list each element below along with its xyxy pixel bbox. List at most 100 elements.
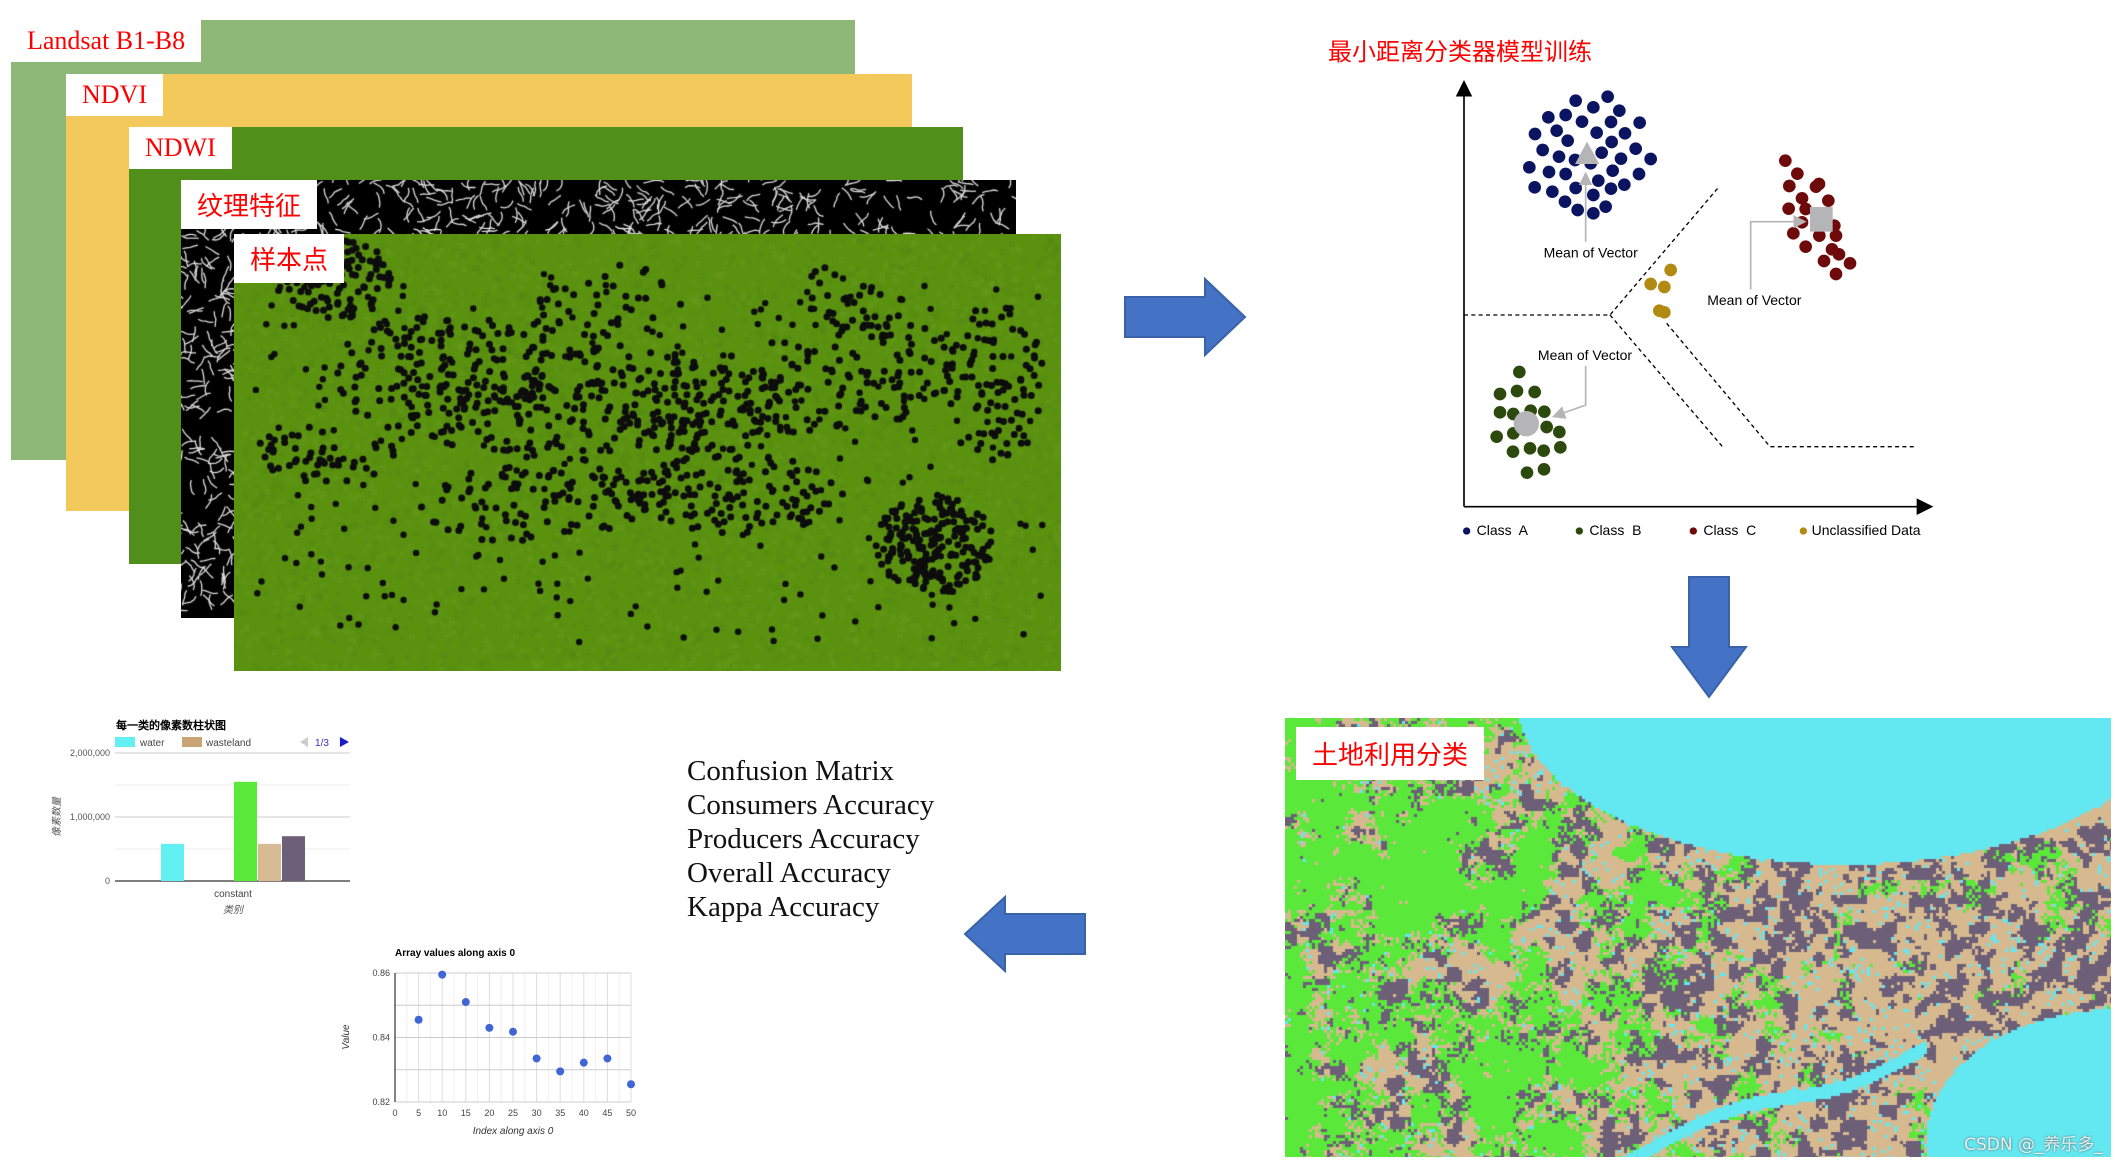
arrow-down-icon bbox=[1670, 576, 1748, 699]
metric-item: Consumers Accuracy bbox=[687, 789, 935, 821]
x-tick-label: 5 bbox=[416, 1108, 421, 1118]
layer-samples: 样本点 bbox=[234, 234, 1061, 671]
y-tick-label: 0.84 bbox=[372, 1033, 390, 1043]
x-axis-label: Index along axis 0 bbox=[473, 1126, 554, 1137]
legend-prev-icon[interactable] bbox=[300, 737, 308, 747]
class-a-point bbox=[1587, 101, 1600, 114]
class-a-point bbox=[1559, 108, 1572, 122]
class-a-point bbox=[1614, 152, 1628, 165]
class-b-point bbox=[1538, 405, 1551, 418]
class-a-point bbox=[1523, 161, 1536, 174]
sample-points-image bbox=[234, 234, 1061, 671]
mean-label-b: Mean of Vector bbox=[1538, 347, 1633, 363]
legend-swatch-water bbox=[115, 737, 135, 747]
classifier-legend: Class A Class B Class C Unclassified Dat… bbox=[1463, 522, 1921, 538]
class-a-point bbox=[1604, 115, 1618, 129]
class-c-point bbox=[1791, 167, 1804, 180]
class-a-point bbox=[1606, 164, 1619, 177]
data-point bbox=[532, 1054, 541, 1063]
unclassified-point bbox=[1658, 280, 1671, 294]
class-c-point bbox=[1832, 248, 1846, 261]
y-tick-label: 0 bbox=[105, 876, 110, 886]
x-tick-label: 50 bbox=[626, 1108, 636, 1118]
legend-label-water: water bbox=[139, 738, 165, 749]
data-point bbox=[414, 1015, 423, 1024]
x-tick-label: 35 bbox=[555, 1108, 565, 1118]
class-b-point bbox=[1540, 420, 1553, 434]
class-a-point bbox=[1604, 182, 1618, 195]
class-a-point bbox=[1536, 143, 1549, 157]
legend-label: Unclassified Data bbox=[1812, 522, 1921, 538]
class-a-point bbox=[1601, 90, 1614, 103]
class-b-point bbox=[1523, 442, 1537, 455]
metric-item: Overall Accuracy bbox=[687, 857, 891, 889]
class-a-point bbox=[1595, 146, 1608, 159]
data-point bbox=[556, 1067, 565, 1076]
x-tick-label: 45 bbox=[602, 1108, 612, 1118]
class-b-mean-icon bbox=[1513, 411, 1539, 437]
unclassified-point bbox=[1664, 263, 1677, 277]
class-a-point bbox=[1587, 207, 1600, 220]
class-c-point bbox=[1843, 257, 1857, 270]
x-tick-label: 15 bbox=[461, 1108, 471, 1118]
legend-label: Class A bbox=[1477, 522, 1529, 538]
layer-label: Landsat B1-B8 bbox=[11, 20, 202, 62]
bar bbox=[161, 843, 184, 881]
mean-label-c: Mean of Vector bbox=[1707, 292, 1802, 308]
class-a-point bbox=[1546, 185, 1559, 198]
chart-title: 每一类的像素数柱状图 bbox=[116, 718, 226, 732]
class-b-point bbox=[1537, 444, 1550, 457]
legend-label: Class C bbox=[1703, 522, 1756, 538]
class-b-point bbox=[1510, 384, 1524, 398]
class-b-point bbox=[1493, 387, 1507, 401]
accuracy-metrics-list: Confusion Matrix Consumers Accuracy Prod… bbox=[687, 754, 934, 924]
legend-next-icon[interactable] bbox=[340, 737, 349, 747]
metric-item: Kappa Accuracy bbox=[687, 891, 880, 923]
x-tick-label: 30 bbox=[532, 1108, 542, 1118]
x-tick-label: 10 bbox=[437, 1108, 447, 1118]
y-tick-label: 0.86 bbox=[372, 968, 390, 978]
array-values-scatter-chart: Array values along axis 0 0 5 10 15 20 25 30 35… bbox=[341, 948, 636, 1137]
legend-page: 1/3 bbox=[315, 738, 329, 749]
class-a-point bbox=[1542, 165, 1556, 179]
legend-swatch-wasteland bbox=[182, 737, 202, 747]
class-b-point bbox=[1506, 445, 1520, 458]
class-c-point bbox=[1829, 267, 1843, 281]
pixel-count-bar-chart: 每一类的像素数柱状图 water wasteland 1/3 0 1,000,00… bbox=[51, 718, 350, 916]
arrow-right-icon bbox=[1124, 277, 1247, 357]
layer-label: 样本点 bbox=[234, 234, 345, 283]
class-b-point bbox=[1493, 406, 1507, 419]
metric-item: Producers Accuracy bbox=[687, 823, 920, 855]
class-a-point bbox=[1613, 104, 1626, 117]
y-axis-label: Value bbox=[341, 1024, 352, 1050]
map-title: 土地利用分类 bbox=[1296, 727, 1485, 780]
class-a-point bbox=[1605, 135, 1618, 149]
data-point bbox=[627, 1080, 635, 1089]
class-b-point bbox=[1537, 463, 1551, 476]
layer-label: 纹理特征 bbox=[181, 180, 318, 229]
class-b-point bbox=[1513, 365, 1526, 379]
layer-label: NDWI bbox=[129, 127, 232, 169]
class-a-point bbox=[1571, 203, 1584, 217]
data-point bbox=[579, 1058, 588, 1067]
data-point bbox=[509, 1027, 517, 1036]
legend-label-wasteland: wasteland bbox=[205, 738, 251, 749]
x-tick-label: 0 bbox=[392, 1108, 397, 1118]
class-c-point bbox=[1822, 194, 1835, 207]
class-b-point bbox=[1554, 441, 1567, 454]
class-c-point bbox=[1782, 202, 1795, 215]
class-a-point bbox=[1561, 134, 1574, 147]
class-b-point bbox=[1553, 425, 1566, 439]
watermark: CSDN @_养乐多_ bbox=[1964, 1135, 2103, 1155]
data-point bbox=[461, 998, 470, 1007]
land-use-map: 土地利用分类 CSDN @_养乐多_ bbox=[1285, 718, 2111, 1157]
bar bbox=[234, 781, 257, 881]
legend-label: Class B bbox=[1589, 522, 1641, 538]
x-tick-label: 40 bbox=[579, 1108, 589, 1118]
x-tick-label: 25 bbox=[508, 1108, 518, 1118]
class-a-point bbox=[1550, 124, 1563, 137]
data-point bbox=[438, 970, 447, 979]
class-a-point bbox=[1528, 127, 1542, 141]
class-a-point bbox=[1559, 167, 1572, 181]
arrow-left-icon bbox=[963, 895, 1086, 973]
